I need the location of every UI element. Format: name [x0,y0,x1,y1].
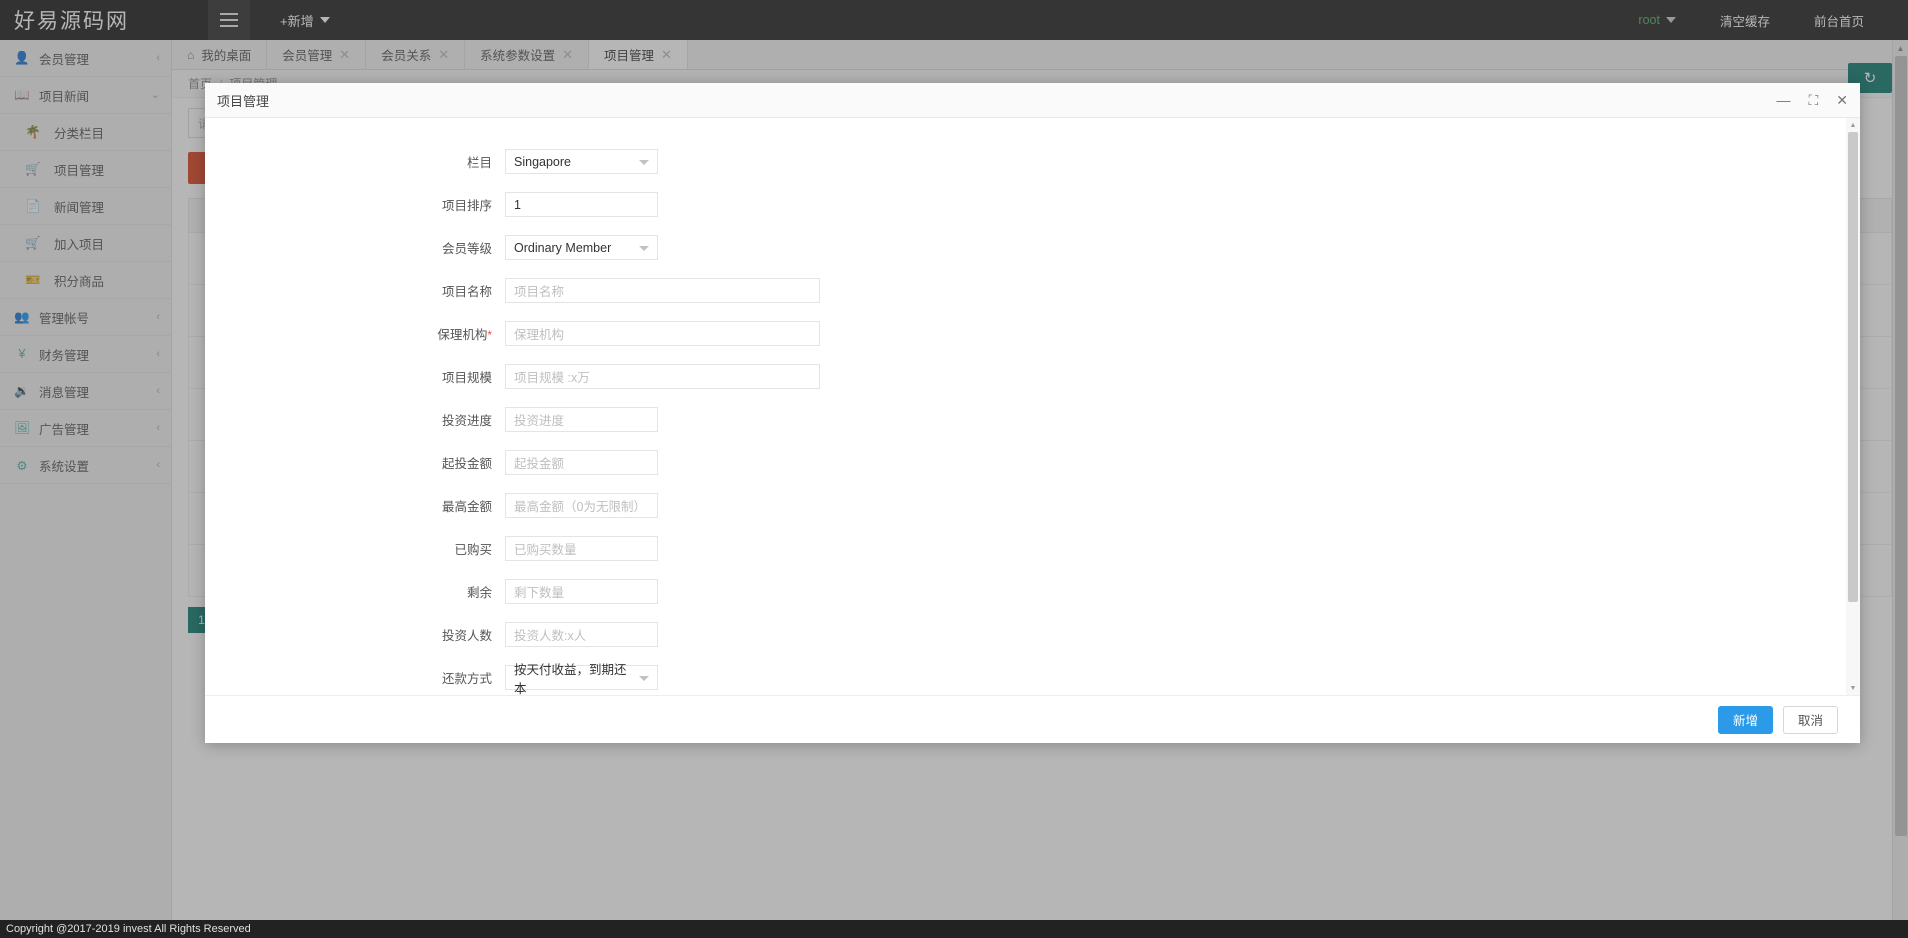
field-label-6: 投资进度 [205,410,505,429]
field-value: 投资人数:x人 [514,629,587,643]
field-label-10: 剩余 [205,582,505,601]
field-label-5: 项目规模 [205,367,505,386]
copyright-text: Copyright @2017-2019 invest All Rights R… [6,923,251,935]
field-value: 最高金额（0为无限制） [514,500,646,514]
field-label-4: 保理机构* [205,324,505,343]
dialog-scrollbar[interactable]: ▲ ▼ [1846,118,1860,695]
field-value: 保理机构 [514,328,565,342]
label-text: 最高金额 [441,500,492,514]
page-footer: Copyright @2017-2019 invest All Rights R… [0,920,1908,938]
chevron-down-icon [639,159,649,165]
dialog-scrollbar-thumb[interactable] [1848,132,1858,602]
form-row-2: 会员等级 Ordinary Member [205,226,1846,269]
label-text: 会员等级 [441,242,492,256]
chevron-down-icon [639,245,649,251]
project-management-dialog: 项目管理 — ⛶ ✕ 栏目 Singapore 项目排序 1 会员等级 Ordinary … [205,83,1860,743]
field-label-8: 最高金额 [205,496,505,515]
form-row-8: 最高金额 最高金额（0为无限制） [205,484,1846,527]
label-text: 保理机构 [437,328,488,342]
field-label-12: 还款方式 [205,668,505,687]
form-row-12: 还款方式 按天付收益，到期还本 [205,656,1846,695]
input-11[interactable]: 投资人数:x人 [505,622,658,647]
label-text: 已购买 [454,543,492,557]
field-value: 剩下数量 [514,586,565,600]
select-0[interactable]: Singapore [505,149,658,174]
label-text: 项目排序 [441,199,492,213]
field-value: Singapore [514,154,571,169]
field-label-7: 起投金额 [205,453,505,472]
field-label-0: 栏目 [205,152,505,171]
chevron-down-icon [639,675,649,681]
field-value: 已购买数量 [514,543,577,557]
minimize-icon[interactable]: — [1776,93,1790,107]
project-form: 栏目 Singapore 项目排序 1 会员等级 Ordinary Member 项目名称项… [205,118,1846,695]
dialog-header: 项目管理 — ⛶ ✕ [205,83,1860,118]
input-8[interactable]: 最高金额（0为无限制） [505,493,658,518]
submit-button[interactable]: 新增 [1717,705,1773,734]
scroll-up-icon[interactable]: ▲ [1846,118,1860,132]
form-row-5: 项目规模 项目规模 :x万 [205,355,1846,398]
input-6[interactable]: 投资进度 [505,407,658,432]
field-label-1: 项目排序 [205,195,505,214]
select-12[interactable]: 按天付收益，到期还本 [505,663,658,695]
select-2[interactable]: Ordinary Member [505,235,658,260]
maximize-icon[interactable]: ⛶ [1808,93,1818,107]
field-value: 项目规模 :x万 [514,371,590,385]
cancel-button[interactable]: 取消 [1782,705,1838,734]
field-value: 1 [514,197,521,212]
field-label-11: 投资人数 [205,625,505,644]
form-row-0: 栏目 Singapore [205,140,1846,183]
form-row-4: 保理机构* 保理机构 [205,312,1846,355]
form-row-11: 投资人数 投资人数:x人 [205,613,1846,656]
input-1[interactable]: 1 [505,192,658,217]
form-row-1: 项目排序 1 [205,183,1846,226]
label-text: 栏目 [466,156,492,170]
input-9[interactable]: 已购买数量 [505,536,658,561]
label-text: 起投金额 [441,457,492,471]
field-value: Ordinary Member [514,240,612,255]
input-7[interactable]: 起投金额 [505,450,658,475]
input-4[interactable]: 保理机构 [505,321,820,346]
field-value: 项目名称 [514,285,565,299]
form-row-10: 剩余 剩下数量 [205,570,1846,613]
form-row-9: 已购买 已购买数量 [205,527,1846,570]
scroll-down-icon[interactable]: ▼ [1846,681,1860,695]
field-value: 起投金额 [514,457,565,471]
field-label-2: 会员等级 [205,238,505,257]
input-3[interactable]: 项目名称 [505,278,820,303]
label-text: 还款方式 [441,672,492,686]
label-text: 投资人数 [441,629,492,643]
form-row-3: 项目名称 项目名称 [205,269,1846,312]
label-text: 项目规模 [441,371,492,385]
field-label-3: 项目名称 [205,281,505,300]
label-text: 剩余 [466,586,492,600]
field-value: 按天付收益，到期还本 [514,662,627,696]
label-text: 项目名称 [441,285,492,299]
dialog-body: 栏目 Singapore 项目排序 1 会员等级 Ordinary Member 项目名称项… [205,118,1860,695]
field-label-9: 已购买 [205,539,505,558]
dialog-title: 项目管理 [217,93,270,109]
form-row-7: 起投金额 起投金额 [205,441,1846,484]
required-marker: * [487,328,492,342]
dialog-window-controls: — ⛶ ✕ [1776,93,1848,107]
label-text: 投资进度 [441,414,492,428]
dialog-footer: 新增 取消 [205,695,1860,743]
close-icon[interactable]: ✕ [1836,93,1848,107]
input-10[interactable]: 剩下数量 [505,579,658,604]
input-5[interactable]: 项目规模 :x万 [505,364,820,389]
field-value: 投资进度 [514,414,565,428]
form-row-6: 投资进度 投资进度 [205,398,1846,441]
